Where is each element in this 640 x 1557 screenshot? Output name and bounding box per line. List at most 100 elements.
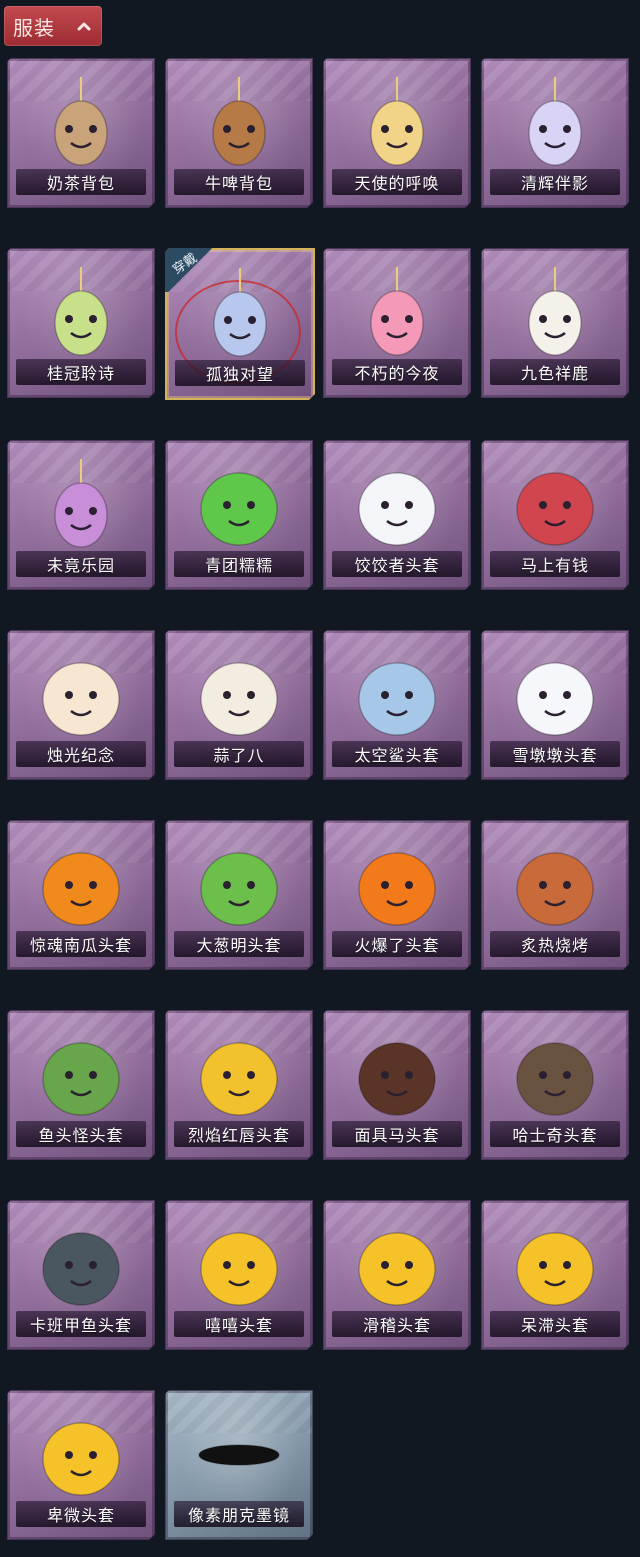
item-name: 烛光纪念 <box>46 746 115 765</box>
item-name: 像素朋克墨镜 <box>187 1506 290 1525</box>
costume-item-card[interactable]: 九色祥鹿 <box>481 248 629 398</box>
item-name: 马上有钱 <box>520 556 589 575</box>
costume-item-card[interactable]: 嘻嘻头套 <box>165 1200 313 1350</box>
item-name: 奶茶背包 <box>46 174 115 193</box>
dazed-emoji-hood-icon <box>507 1217 603 1313</box>
item-label-bar: 面具马头套 <box>332 1121 462 1147</box>
fish-head-mask-icon <box>33 1027 129 1123</box>
item-label-bar: 卑微头套 <box>16 1501 146 1527</box>
costume-item-card[interactable]: 奶茶背包 <box>7 58 155 208</box>
costume-item-card[interactable]: 惊魂南瓜头套 <box>7 820 155 970</box>
item-name: 面具马头套 <box>354 1126 440 1145</box>
item-name: 清辉伴影 <box>520 174 589 193</box>
costume-item-card[interactable]: 面具马头套 <box>323 1010 471 1160</box>
item-name: 鱼头怪头套 <box>38 1126 124 1145</box>
item-label-bar: 卡班甲鱼头套 <box>16 1311 146 1337</box>
pumpkin-hood-icon <box>33 837 129 933</box>
costume-item-card[interactable]: 饺饺者头套 <box>323 440 471 590</box>
costume-section-header[interactable]: 服装 <box>4 6 102 46</box>
item-label-bar: 哈士奇头套 <box>490 1121 620 1147</box>
item-label-bar: 奶茶背包 <box>16 169 146 195</box>
item-name: 桂冠聆诗 <box>46 364 115 383</box>
item-label-bar: 桂冠聆诗 <box>16 359 146 385</box>
item-label-bar: 炙热烧烤 <box>490 931 620 957</box>
green-rice-ball-hood-icon <box>191 457 287 553</box>
item-name: 嘻嘻头套 <box>204 1316 273 1335</box>
item-label-bar: 惊魂南瓜头套 <box>16 931 146 957</box>
item-label-bar: 蒜了八 <box>174 741 304 767</box>
item-name: 未竟乐园 <box>46 556 115 575</box>
costume-item-card[interactable]: 天使的呼唤 <box>323 58 471 208</box>
equipped-badge-text: 穿戴 <box>170 250 201 278</box>
item-name: 哈士奇头套 <box>512 1126 598 1145</box>
costume-item-card[interactable]: 烛光纪念 <box>7 630 155 780</box>
item-label-bar: 九色祥鹿 <box>490 359 620 385</box>
item-label-bar: 大葱明头套 <box>174 931 304 957</box>
item-name: 雪墩墩头套 <box>512 746 598 765</box>
item-label-bar: 青团糯糯 <box>174 551 304 577</box>
shark-hood-icon <box>349 647 445 743</box>
item-name: 天使的呼唤 <box>354 174 440 193</box>
costume-item-card[interactable]: 太空鲨头套 <box>323 630 471 780</box>
item-label-bar: 呆滞头套 <box>490 1311 620 1337</box>
costume-item-card[interactable]: 卡班甲鱼头套 <box>7 1200 155 1350</box>
item-name: 卑微头套 <box>46 1506 115 1525</box>
item-label-bar: 雪墩墩头套 <box>490 741 620 767</box>
red-horse-hood-icon <box>507 457 603 553</box>
costume-item-card[interactable]: 火爆了头套 <box>323 820 471 970</box>
costume-item-card[interactable]: 滑稽头套 <box>323 1200 471 1350</box>
costume-item-card[interactable]: 烈焰红唇头套 <box>165 1010 313 1160</box>
item-name: 炙热烧烤 <box>520 936 589 955</box>
costume-item-card[interactable]: 像素朋克墨镜 <box>165 1390 313 1540</box>
section-title: 服装 <box>13 15 55 40</box>
funny-emoji-hood-icon <box>349 1217 445 1313</box>
costume-item-card[interactable]: 蒜了八 <box>165 630 313 780</box>
item-name: 呆滞头套 <box>520 1316 589 1335</box>
item-label-bar: 清辉伴影 <box>490 169 620 195</box>
item-name: 滑稽头套 <box>362 1316 431 1335</box>
green-onion-hood-icon <box>191 837 287 933</box>
costume-item-card[interactable]: 卑微头套 <box>7 1390 155 1540</box>
item-label-bar: 天使的呼唤 <box>332 169 462 195</box>
item-label-bar: 马上有钱 <box>490 551 620 577</box>
item-name: 惊魂南瓜头套 <box>29 936 132 955</box>
costume-item-card[interactable]: 孤独对望 穿戴 <box>165 248 315 400</box>
beer-barrel-backpack-icon <box>191 75 287 171</box>
item-name: 青团糯糯 <box>204 556 273 575</box>
costume-item-card[interactable]: 未竟乐园 <box>7 440 155 590</box>
item-label-bar: 未竟乐园 <box>16 551 146 577</box>
costume-item-card[interactable]: 雪墩墩头套 <box>481 630 629 780</box>
costume-item-card[interactable]: 牛啤背包 <box>165 58 313 208</box>
costume-item-card[interactable]: 大葱明头套 <box>165 820 313 970</box>
costume-item-card[interactable]: 青团糯糯 <box>165 440 313 590</box>
yellow-mouse-mask-icon <box>191 1027 287 1123</box>
grin-emoji-hood-icon <box>191 1217 287 1313</box>
costume-item-card[interactable]: 不朽的今夜 <box>323 248 471 398</box>
costume-item-card[interactable]: 呆滞头套 <box>481 1200 629 1350</box>
costume-item-card[interactable]: 桂冠聆诗 <box>7 248 155 398</box>
costume-item-card[interactable]: 马上有钱 <box>481 440 629 590</box>
costume-item-card[interactable]: 清辉伴影 <box>481 58 629 208</box>
white-deer-charm-icon <box>507 265 603 361</box>
item-label-bar: 嘻嘻头套 <box>174 1311 304 1337</box>
star-girl-charm-icon <box>33 457 129 553</box>
silver-hair-charm-icon <box>507 75 603 171</box>
item-name: 火爆了头套 <box>354 936 440 955</box>
item-name: 太空鲨头套 <box>354 746 440 765</box>
item-name: 不朽的今夜 <box>354 364 440 383</box>
dumpling-hood-icon <box>349 457 445 553</box>
pixel-sunglasses-icon <box>191 1407 287 1503</box>
item-name: 大葱明头套 <box>196 936 282 955</box>
costume-item-card[interactable]: 炙热烧烤 <box>481 820 629 970</box>
item-name: 牛啤背包 <box>204 174 273 193</box>
item-name: 孤独对望 <box>205 365 274 384</box>
item-label-bar: 像素朋克墨镜 <box>174 1501 304 1527</box>
horse-mask-icon <box>349 1027 445 1123</box>
item-name: 烈焰红唇头套 <box>187 1126 290 1145</box>
costume-item-card[interactable]: 鱼头怪头套 <box>7 1010 155 1160</box>
item-name: 卡班甲鱼头套 <box>29 1316 132 1335</box>
pink-fox-charm-icon <box>349 265 445 361</box>
chevron-up-icon <box>77 22 91 31</box>
costume-item-card[interactable]: 哈士奇头套 <box>481 1010 629 1160</box>
item-label-bar: 饺饺者头套 <box>332 551 462 577</box>
